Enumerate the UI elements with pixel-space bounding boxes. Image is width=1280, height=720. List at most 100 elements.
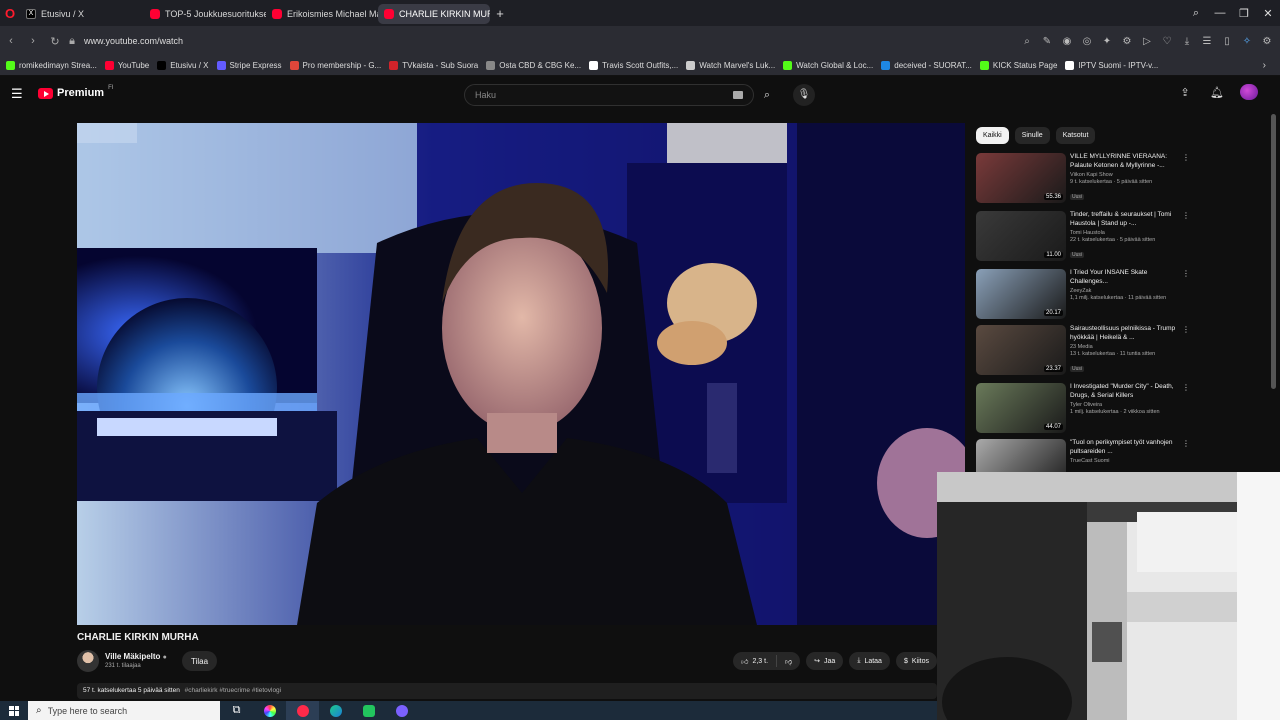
- recommendation-thumbnail[interactable]: 11.00: [976, 211, 1066, 261]
- recommendation-title[interactable]: Sairausteollisuus pelniikissa - Trump hy…: [1070, 325, 1182, 342]
- download-button[interactable]: ⤓ Lataa: [849, 652, 890, 670]
- colorful-app-icon[interactable]: [253, 701, 286, 720]
- recommendation-title[interactable]: I Tried Your INSANE Skate Challenges...: [1070, 269, 1182, 286]
- channel-name[interactable]: Ville Mäkipelto ●: [105, 652, 167, 661]
- tab-erikoismies[interactable]: Erikoismies Michael Majsi: [266, 4, 378, 24]
- menu-icon[interactable]: ☰: [1200, 36, 1214, 47]
- forward-icon[interactable]: ›: [22, 35, 44, 47]
- bookmark-item[interactable]: deceived - SUORAT...: [881, 61, 972, 70]
- thanks-button[interactable]: $ Kiitos: [895, 652, 937, 670]
- search-tabs-icon[interactable]: ⌕: [1184, 7, 1208, 20]
- more-options-icon[interactable]: ⋮: [1182, 211, 1190, 220]
- more-options-icon[interactable]: ⋮: [1182, 325, 1190, 334]
- recommendation-channel[interactable]: Tomi Haustola: [1070, 230, 1182, 236]
- recommendation-channel[interactable]: TrueCast Suomi: [1070, 458, 1182, 464]
- opera-logo-icon[interactable]: O: [0, 0, 20, 26]
- bookmarks-overflow-icon[interactable]: ›: [1263, 60, 1266, 71]
- hashtags[interactable]: #charliekirk #truecrime #tietovlogi: [185, 687, 281, 694]
- close-icon[interactable]: ✕: [1256, 7, 1280, 20]
- recommendation-thumbnail[interactable]: 23.37: [976, 325, 1066, 375]
- recommendation-card[interactable]: 23.37 Sairausteollisuus pelniikissa - Tru…: [976, 325, 1196, 377]
- chip-kaikki[interactable]: Kaikki: [976, 127, 1009, 144]
- taskbar-search-input[interactable]: [47, 705, 208, 716]
- recommendation-title[interactable]: I Investigated "Murder City" - Death, Dr…: [1070, 383, 1182, 400]
- url-field[interactable]: www.youtube.com/watch: [84, 36, 183, 46]
- chip-katsotut[interactable]: Katsotut: [1055, 127, 1096, 144]
- recommendation-title[interactable]: VILLE MYLLYRINNE VIERAANA: Palaute Keton…: [1070, 153, 1182, 170]
- tab-etusivu-x[interactable]: X Etusivu / X: [20, 4, 144, 24]
- bookmark-item[interactable]: YouTube: [104, 61, 149, 70]
- restore-icon[interactable]: ❐: [1232, 7, 1256, 20]
- bookmark-item[interactable]: Osta CBD & CBG Ke...: [486, 61, 581, 70]
- easy-setup-icon[interactable]: ⚙: [1260, 36, 1274, 47]
- keyboard-icon[interactable]: [733, 91, 743, 99]
- task-view-icon[interactable]: ⧉: [220, 701, 253, 720]
- minimize-icon[interactable]: —: [1208, 7, 1232, 19]
- recommendation-thumbnail[interactable]: 44.07: [976, 383, 1066, 433]
- settings-icon[interactable]: ⚙: [1120, 36, 1134, 47]
- recommendation-card[interactable]: 44.07 I Investigated "Murder City" - Deat…: [976, 383, 1196, 435]
- notifications-bell-icon[interactable]: 🔔︎: [1208, 86, 1226, 99]
- like-button[interactable]: 👍︎ 2,3 t.: [733, 655, 778, 667]
- tab-charlie-kirkin-murha[interactable]: CHARLIE KIRKIN MUR: [378, 4, 490, 24]
- reload-icon[interactable]: ↻: [44, 35, 66, 48]
- bookmark-item[interactable]: romikedimayn Strea...: [6, 61, 97, 70]
- recommendation-thumbnail[interactable]: 20.17: [976, 269, 1066, 319]
- back-icon[interactable]: ‹: [0, 35, 22, 47]
- video-player[interactable]: [77, 123, 965, 625]
- player-icon[interactable]: ▷: [1140, 36, 1154, 47]
- share-button[interactable]: ↪ Jaa: [806, 652, 844, 670]
- bookmark-item[interactable]: Stripe Express: [216, 61, 282, 70]
- bookmark-item[interactable]: TVkaista - Sub Suora: [389, 61, 478, 70]
- recommendation-title[interactable]: "Tuol on perikympiset työt vanhojen pult…: [1070, 439, 1182, 456]
- start-button[interactable]: [0, 701, 28, 720]
- description-box[interactable]: 57 t. katselukertaa 5 päivää sitten #cha…: [77, 683, 937, 699]
- camera-icon[interactable]: ◉: [1060, 36, 1074, 47]
- green-app-icon[interactable]: [352, 701, 385, 720]
- discord-icon[interactable]: [385, 701, 418, 720]
- bookmark-item[interactable]: Pro membership - G...: [289, 61, 381, 70]
- search-input[interactable]: [465, 85, 715, 105]
- bookmark-item[interactable]: Watch Global & Loc...: [783, 61, 873, 70]
- recommendation-channel[interactable]: ZeeyZak: [1070, 288, 1182, 294]
- edge-icon[interactable]: [319, 701, 352, 720]
- chip-sinulle[interactable]: Sinulle: [1014, 127, 1050, 144]
- guide-menu-icon[interactable]: ☰: [11, 87, 25, 101]
- recommendation-channel[interactable]: Tyler Oliveira: [1070, 402, 1182, 408]
- more-options-icon[interactable]: ⋮: [1182, 383, 1190, 392]
- bookmark-item[interactable]: KICK Status Page: [979, 61, 1057, 70]
- search-icon[interactable]: ⌕: [1020, 36, 1034, 47]
- recommendation-card[interactable]: 11.00 Tinder, treffailu & seuraukset | To…: [976, 211, 1196, 263]
- search-button[interactable]: ⌕: [756, 84, 778, 106]
- bookmark-item[interactable]: Watch Marvel's Luk...: [686, 61, 775, 70]
- bookmark-item[interactable]: Travis Scott Outfits,...: [589, 61, 678, 70]
- channel-avatar[interactable]: [77, 650, 99, 672]
- wallet-icon[interactable]: ▯: [1220, 36, 1234, 47]
- tab-top5[interactable]: TOP-5 Joukkuesuoritukset: [144, 4, 266, 24]
- more-options-icon[interactable]: ⋮: [1182, 269, 1190, 278]
- upload-icon[interactable]: ⇪: [1176, 86, 1194, 99]
- microphone-icon[interactable]: 🎙︎: [793, 84, 815, 106]
- page-scrollbar[interactable]: [1271, 114, 1276, 389]
- recommendation-channel[interactable]: Viikon Kapi Show: [1070, 172, 1182, 178]
- account-avatar[interactable]: [1240, 84, 1258, 100]
- extension-icon[interactable]: ✦: [1100, 36, 1114, 47]
- youtube-logo[interactable]: Premium FI: [38, 85, 113, 99]
- bookmark-item[interactable]: Etusivu / X: [157, 61, 209, 70]
- edit-icon[interactable]: ✎: [1040, 36, 1054, 47]
- opera-gx-icon[interactable]: [286, 701, 319, 720]
- dislike-button[interactable]: 👎︎: [777, 657, 800, 666]
- aria-icon[interactable]: ✧: [1240, 36, 1254, 47]
- recommendation-title[interactable]: Tinder, treffailu & seuraukset | Tomi Ha…: [1070, 211, 1182, 228]
- recommendation-card[interactable]: 20.17 I Tried Your INSANE Skate Challenge…: [976, 269, 1196, 321]
- subscribe-button[interactable]: Tilaa: [182, 651, 217, 671]
- recommendation-channel[interactable]: 23 Media: [1070, 344, 1182, 350]
- download-icon[interactable]: ⤓: [1180, 36, 1194, 47]
- heart-icon[interactable]: ♡: [1160, 36, 1174, 47]
- recommendation-card[interactable]: 55.36 VILLE MYLLYRINNE VIERAANA: Palaute …: [976, 153, 1196, 205]
- vpn-icon[interactable]: ◎: [1080, 36, 1094, 47]
- new-tab-icon[interactable]: +: [490, 6, 510, 21]
- bookmark-item[interactable]: IPTV Suomi - IPTV-v...: [1065, 61, 1158, 70]
- more-options-icon[interactable]: ⋮: [1182, 153, 1190, 162]
- recommendation-thumbnail[interactable]: 55.36: [976, 153, 1066, 203]
